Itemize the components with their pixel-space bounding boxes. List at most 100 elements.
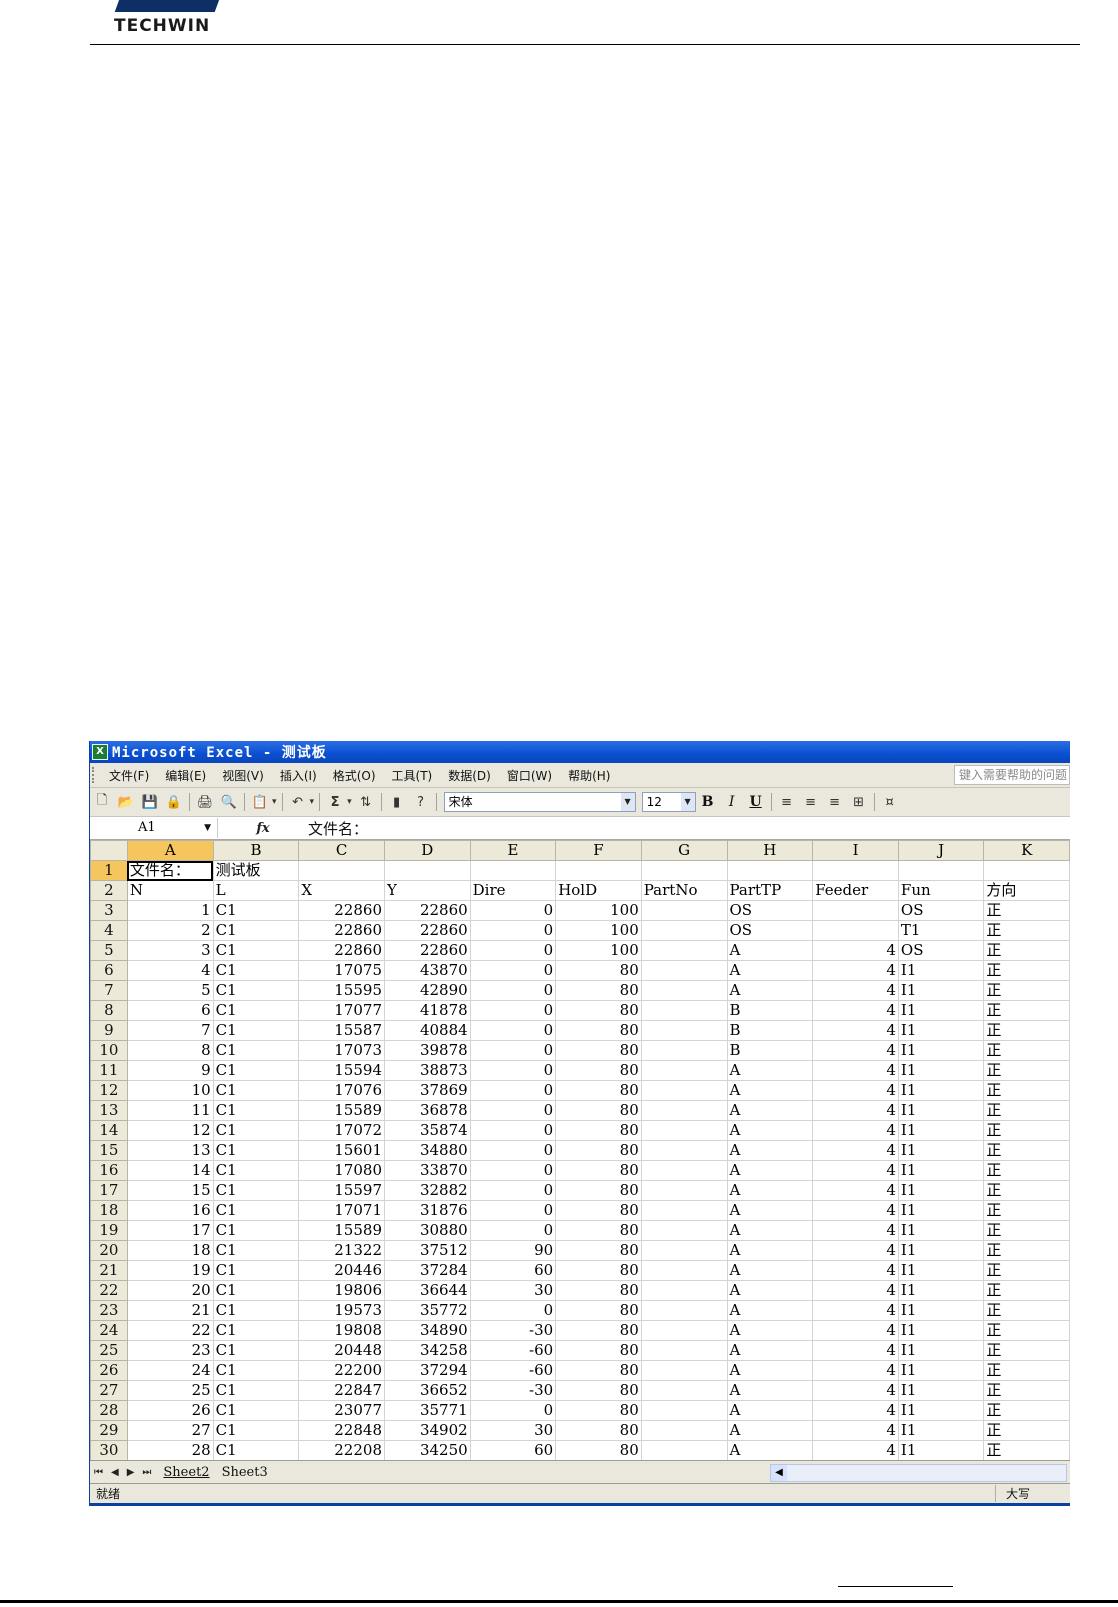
grid-cell[interactable]: 正 <box>983 1220 1070 1241</box>
row-header[interactable]: 17 <box>90 1180 128 1201</box>
grid-cell[interactable]: 正 <box>983 1180 1070 1201</box>
grid-cell[interactable]: A <box>726 1120 814 1141</box>
grid-cell[interactable]: 15587 <box>298 1020 385 1041</box>
grid-cell[interactable]: 22848 <box>298 1420 385 1441</box>
grid-cell[interactable]: 4 <box>812 960 899 981</box>
grid-cell[interactable]: C1 <box>212 1000 300 1021</box>
grid-cell[interactable]: A <box>726 960 814 981</box>
grid-cell[interactable]: PartTP <box>726 880 814 901</box>
underline-button[interactable]: U <box>745 792 767 812</box>
sort-ascending-icon[interactable]: ⇅ <box>356 792 376 812</box>
grid-cell[interactable]: I1 <box>897 1280 985 1301</box>
grid-cell[interactable]: 35772 <box>383 1300 471 1321</box>
grid-cell[interactable]: Y <box>383 880 471 901</box>
grid-cell[interactable]: 38873 <box>383 1060 471 1081</box>
grid-cell[interactable]: 15 <box>126 1180 214 1201</box>
grid-cell[interactable]: 正 <box>983 1260 1070 1281</box>
grid-cell[interactable]: 80 <box>555 1260 642 1281</box>
align-center-icon[interactable]: ≡ <box>801 792 821 812</box>
select-all-corner[interactable] <box>90 840 128 861</box>
grid-cell[interactable]: B <box>726 1040 814 1061</box>
grid-cell[interactable]: L <box>212 880 300 901</box>
grid-cell[interactable]: 80 <box>555 1300 642 1321</box>
grid-cell[interactable]: I1 <box>897 1320 985 1341</box>
grid-cell[interactable]: I1 <box>897 1120 985 1141</box>
grid-cell[interactable]: 28 <box>126 1440 214 1460</box>
grid-cell[interactable]: 22860 <box>383 940 471 961</box>
grid-cell[interactable]: 100 <box>555 940 642 961</box>
grid-cell[interactable]: T1 <box>897 920 985 941</box>
grid-cell[interactable]: C1 <box>212 1060 300 1081</box>
grid-cell[interactable]: 80 <box>555 1160 642 1181</box>
grid-cell[interactable]: 正 <box>983 1120 1070 1141</box>
grid-cell[interactable]: 0 <box>469 920 557 941</box>
row-header[interactable]: 25 <box>90 1340 128 1361</box>
grid-cell[interactable]: I1 <box>897 1040 985 1061</box>
grid-cell[interactable]: 4 <box>812 1220 899 1241</box>
grid-cell[interactable]: 34890 <box>383 1320 471 1341</box>
grid-cell[interactable]: I1 <box>897 1080 985 1101</box>
grid-cell[interactable]: 4 <box>812 1320 899 1341</box>
column-header[interactable]: H <box>726 840 814 861</box>
grid-cell[interactable]: 80 <box>555 1080 642 1101</box>
row-header[interactable]: 4 <box>90 920 128 941</box>
grid-cell[interactable] <box>640 1380 728 1401</box>
grid-cell[interactable]: A <box>726 1280 814 1301</box>
grid-cell[interactable]: I1 <box>897 1440 985 1460</box>
grid-cell[interactable] <box>640 1220 728 1241</box>
tab-nav-icon[interactable]: ⏮ <box>94 1467 103 1478</box>
new-icon[interactable]: 🗋 <box>92 792 112 812</box>
menu-item[interactable]: 编辑(E) <box>158 767 213 784</box>
grid-cell[interactable]: C1 <box>212 1020 300 1041</box>
grid-cell[interactable]: 22860 <box>298 920 385 941</box>
excel-app-icon[interactable]: X <box>92 744 108 760</box>
grid-cell[interactable]: 正 <box>983 1140 1070 1161</box>
grid-cell[interactable]: 正 <box>983 1440 1070 1460</box>
font-size-select[interactable]: 12 ▼ <box>641 792 696 812</box>
grid-cell[interactable]: 19806 <box>298 1280 385 1301</box>
grid-cell[interactable] <box>640 1260 728 1281</box>
grid-cell[interactable]: 34880 <box>383 1140 471 1161</box>
grid-cell[interactable]: 22 <box>126 1320 214 1341</box>
grid-cell[interactable]: 22860 <box>383 920 471 941</box>
grid-cell[interactable]: 0 <box>469 1100 557 1121</box>
grid-cell[interactable]: A <box>726 1060 814 1081</box>
grid-cell[interactable]: 0 <box>469 980 557 1001</box>
grid-cell[interactable]: I1 <box>897 1020 985 1041</box>
print-preview-icon[interactable]: 🔍 <box>219 792 239 812</box>
grid-cell[interactable]: 正 <box>983 920 1070 941</box>
row-header[interactable]: 5 <box>90 940 128 961</box>
grid-cell[interactable]: 16 <box>126 1200 214 1221</box>
grid-cell[interactable]: 80 <box>555 1420 642 1441</box>
formula-input[interactable]: 文件名： <box>308 818 368 839</box>
column-header[interactable]: D <box>383 840 471 861</box>
grid-cell[interactable]: 4 <box>126 960 214 981</box>
row-header[interactable]: 29 <box>90 1420 128 1441</box>
tab-nav-icon[interactable]: ◀ <box>111 1467 119 1478</box>
grid-cell[interactable] <box>640 1180 728 1201</box>
grid-cell[interactable]: 正 <box>983 1060 1070 1081</box>
row-header[interactable]: 23 <box>90 1300 128 1321</box>
grid-cell[interactable] <box>640 980 728 1001</box>
row-header[interactable]: 10 <box>90 1040 128 1061</box>
row-header[interactable]: 18 <box>90 1200 128 1221</box>
grid-cell[interactable]: 34250 <box>383 1440 471 1460</box>
chevron-down-icon[interactable]: ▼ <box>680 793 695 811</box>
grid-cell[interactable]: 21 <box>126 1300 214 1321</box>
menu-item[interactable]: 插入(I) <box>273 767 324 784</box>
grid-cell[interactable]: 20446 <box>298 1260 385 1281</box>
bold-button[interactable]: B <box>697 792 719 812</box>
grid-cell[interactable] <box>812 900 899 921</box>
grid-cell[interactable]: A <box>726 1300 814 1321</box>
grid-cell[interactable]: 22847 <box>298 1380 385 1401</box>
grid-cell[interactable] <box>640 1060 728 1081</box>
grid-cell[interactable]: A <box>726 1100 814 1121</box>
row-header[interactable]: 24 <box>90 1320 128 1341</box>
menu-item[interactable]: 格式(O) <box>326 767 383 784</box>
grid-cell[interactable]: 3 <box>126 940 214 961</box>
grid-cell[interactable]: 6 <box>126 1000 214 1021</box>
grid-cell[interactable]: 17071 <box>298 1200 385 1221</box>
grid-cell[interactable]: 19808 <box>298 1320 385 1341</box>
grid-cell[interactable] <box>640 1000 728 1021</box>
grid-cell[interactable]: I1 <box>897 960 985 981</box>
